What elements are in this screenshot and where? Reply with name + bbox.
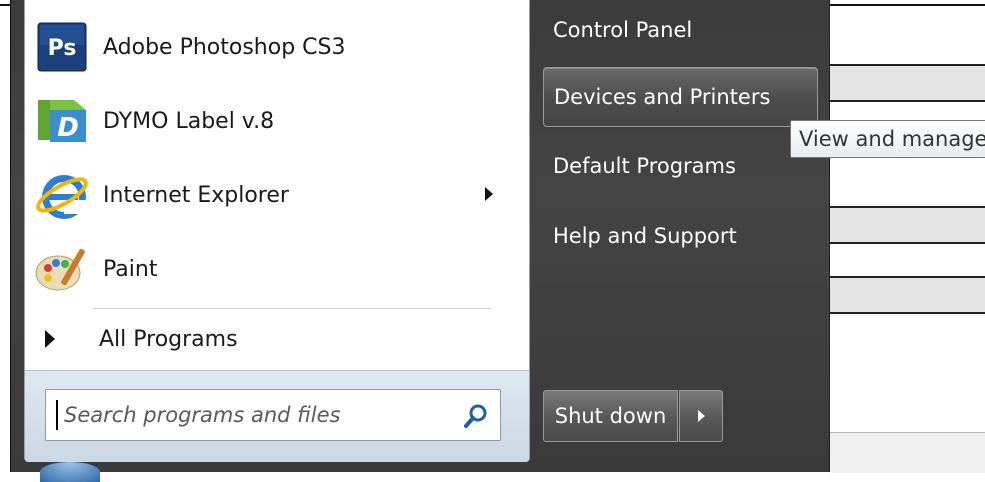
menu-item-default-programs[interactable]: Default Programs <box>543 136 818 196</box>
background-row <box>830 206 985 244</box>
program-dymo-label[interactable]: D DYMO Label v.8 <box>31 88 511 154</box>
svg-text:Ps: Ps <box>48 36 77 61</box>
dymo-label-icon: D <box>31 90 93 152</box>
photoshop-icon: Ps <box>31 16 93 78</box>
program-label: Paint <box>103 256 158 282</box>
program-label: DYMO Label v.8 <box>103 108 275 134</box>
program-internet-explorer[interactable]: Internet Explorer <box>31 162 511 228</box>
background-row <box>830 276 985 314</box>
tooltip-text: View and manage <box>799 127 985 151</box>
program-label: Adobe Photoshop CS3 <box>103 34 346 60</box>
chevron-right-icon <box>697 410 705 422</box>
search-icon[interactable] <box>462 402 490 430</box>
shut-down-options-button[interactable] <box>679 390 723 442</box>
menu-item-label: Devices and Printers <box>554 85 771 109</box>
internet-explorer-icon <box>31 164 93 226</box>
background-row <box>830 64 985 102</box>
background-footer <box>830 432 985 473</box>
paint-palette-icon <box>31 238 93 300</box>
menu-item-devices-and-printers[interactable]: Devices and Printers <box>543 67 818 127</box>
text-caret <box>56 400 58 430</box>
submenu-arrow-icon[interactable] <box>485 187 493 201</box>
expand-arrow-icon <box>45 330 55 348</box>
program-label: Internet Explorer <box>103 182 289 208</box>
start-orb-icon[interactable] <box>40 462 100 482</box>
search-area <box>25 370 529 462</box>
all-programs-button[interactable]: All Programs <box>39 318 509 360</box>
shut-down-label: Shut down <box>554 404 667 428</box>
tooltip: View and manage <box>790 120 985 158</box>
search-input[interactable] <box>62 402 456 428</box>
menu-item-control-panel[interactable]: Control Panel <box>543 0 818 60</box>
start-menu-programs-pane: Ps Adobe Photoshop CS3 D DYMO Label v.8 <box>24 0 530 462</box>
menu-item-label: Default Programs <box>553 154 736 178</box>
search-box[interactable] <box>45 389 501 441</box>
menu-item-help-and-support[interactable]: Help and Support <box>543 206 818 266</box>
program-photoshop[interactable]: Ps Adobe Photoshop CS3 <box>31 14 511 80</box>
svg-text:D: D <box>57 113 79 143</box>
shut-down-button[interactable]: Shut down <box>543 390 678 442</box>
menu-item-label: Control Panel <box>553 18 693 42</box>
program-paint[interactable]: Paint <box>31 236 511 302</box>
menu-item-label: Help and Support <box>553 224 737 248</box>
menu-separator <box>93 308 491 309</box>
all-programs-label: All Programs <box>99 326 238 352</box>
